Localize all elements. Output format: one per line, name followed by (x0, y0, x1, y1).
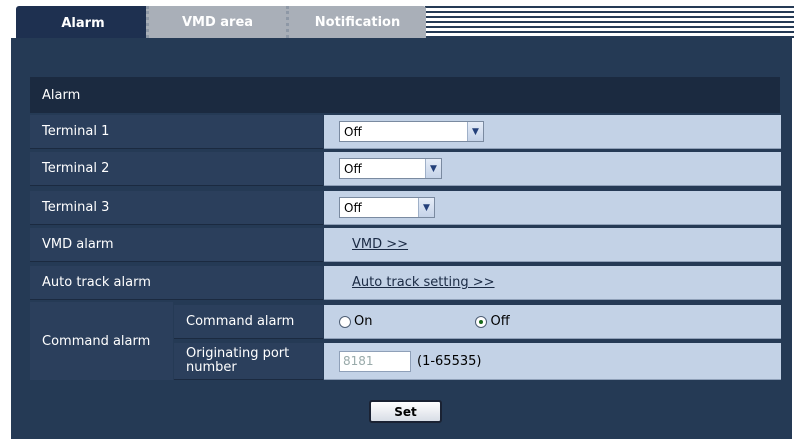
command-alarm-sub-label: Command alarm (174, 305, 323, 339)
auto-track-setting-link[interactable]: Auto track setting >> (352, 275, 495, 290)
vmd-alarm-value-cell: VMD >> (324, 228, 781, 262)
originating-port-input[interactable] (339, 350, 411, 372)
vmd-link[interactable]: VMD >> (352, 237, 408, 252)
originating-port-label: Originating port number (174, 343, 323, 380)
command-alarm-on-label: On (354, 314, 373, 329)
terminal3-select[interactable]: Off (339, 197, 435, 218)
terminal2-select[interactable]: Off (339, 158, 442, 179)
set-button[interactable]: Set (369, 400, 442, 423)
tab-bar: Alarm VMD area Notification (0, 0, 794, 40)
terminal3-select-wrap[interactable]: Off ▼ (339, 197, 435, 218)
tab-bar-rule (425, 6, 794, 8)
radio-checked-icon (475, 315, 488, 328)
command-alarm-value-cell: On Off (324, 305, 781, 339)
command-alarm-off-radio[interactable]: Off (475, 314, 510, 329)
terminal2-value-cell: Off ▼ (324, 152, 781, 186)
command-alarm-off-label: Off (490, 314, 510, 329)
terminal1-value-cell: Off ▼ (324, 115, 781, 149)
tab-alarm[interactable]: Alarm (16, 6, 150, 40)
section-header: Alarm (30, 77, 780, 113)
radio-unchecked-icon (339, 315, 351, 328)
port-range-text: (1-65535) (417, 353, 482, 369)
command-alarm-on-radio[interactable]: On (339, 314, 372, 329)
terminal1-select-wrap[interactable]: Off ▼ (339, 121, 484, 142)
originating-port-value-cell: (1-65535) (324, 343, 781, 380)
tab-vmd-area[interactable]: VMD area (146, 6, 286, 38)
tab-bar-rule (425, 11, 794, 13)
command-alarm-group-label: Command alarm (30, 302, 173, 380)
tab-bar-rule (425, 26, 794, 28)
terminal2-label: Terminal 2 (30, 152, 323, 186)
terminal3-label: Terminal 3 (30, 191, 323, 225)
auto-track-alarm-label: Auto track alarm (30, 266, 323, 300)
tab-bar-rule (425, 21, 794, 23)
terminal2-select-wrap[interactable]: Off ▼ (339, 158, 442, 179)
terminal1-select[interactable]: Off (339, 121, 484, 142)
vmd-alarm-label: VMD alarm (30, 228, 323, 262)
auto-track-value-cell: Auto track setting >> (324, 266, 781, 300)
tab-bar-rule (425, 16, 794, 18)
terminal3-value-cell: Off ▼ (324, 191, 781, 225)
tab-notification[interactable]: Notification (286, 6, 426, 38)
tab-bar-rule (425, 31, 794, 33)
terminal1-label: Terminal 1 (30, 115, 323, 149)
